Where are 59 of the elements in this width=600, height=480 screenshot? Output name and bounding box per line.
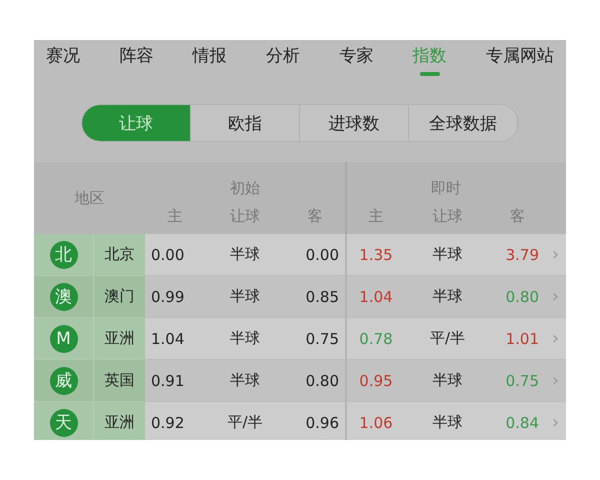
- table-cell: 半球: [405, 234, 490, 276]
- table-cell: 0.00: [145, 234, 205, 276]
- table-cell: 0.80: [285, 360, 345, 402]
- column-header: 让球: [205, 198, 285, 234]
- tab[interactable]: 分析: [266, 44, 300, 80]
- table-cell: 3.79: [490, 234, 545, 276]
- active-tab-indicator: [420, 72, 440, 76]
- table-cell: 1.01: [490, 318, 545, 360]
- table-cell: 0.78: [345, 318, 405, 360]
- region-name: 亚洲: [94, 402, 145, 440]
- column-header: 客: [490, 198, 545, 234]
- region-name: 北京: [94, 234, 145, 276]
- table-cell: 平/半: [205, 402, 285, 440]
- column-header: 地区: [34, 162, 145, 234]
- table-cell: 1.04: [145, 318, 205, 360]
- column-group-header: 即时: [345, 162, 545, 198]
- table-cell: 半球: [205, 360, 285, 402]
- table-cell: 半球: [205, 276, 285, 318]
- tab[interactable]: 情报: [192, 44, 227, 80]
- segment-tab[interactable]: 欧指: [191, 105, 300, 141]
- table-cell: 半球: [405, 276, 490, 318]
- column-header: 主: [345, 198, 405, 234]
- table-cell: 半球: [405, 360, 490, 402]
- table-cell: 0.91: [145, 360, 205, 402]
- region-badge: 北: [50, 240, 78, 268]
- column-group-header: 初始: [145, 162, 345, 198]
- region-name: 澳门: [94, 276, 145, 318]
- tab[interactable]: 专家: [339, 44, 374, 80]
- segment-tab[interactable]: 进球数: [300, 105, 409, 141]
- region-badge: 澳: [50, 282, 78, 310]
- table-cell: 0.75: [490, 360, 545, 402]
- region-name: 亚洲: [94, 318, 145, 360]
- table-cell: 平/半: [405, 318, 490, 360]
- table-cell: 半球: [205, 234, 285, 276]
- table-cell: 0.00: [285, 234, 345, 276]
- region-name: 英国: [94, 360, 145, 402]
- region-badge: M: [50, 324, 78, 352]
- table-cell: 0.75: [285, 318, 345, 360]
- column-header: 客: [285, 198, 345, 234]
- table-cell: 1.35: [345, 234, 405, 276]
- table-cell: 0.84: [490, 402, 545, 440]
- table-cell: 半球: [205, 318, 285, 360]
- column-header: 让球: [405, 198, 490, 234]
- table-cell: 0.99: [145, 276, 205, 318]
- tab[interactable]: 专属网站: [486, 44, 554, 80]
- table-cell: 0.85: [285, 276, 345, 318]
- table-cell: 0.96: [285, 402, 345, 440]
- table-cell: 1.04: [345, 276, 405, 318]
- segment-tab[interactable]: 全球数据: [409, 105, 518, 141]
- table-cell: 1.06: [345, 402, 405, 440]
- tab[interactable]: 赛况: [46, 44, 80, 80]
- column-header: 主: [145, 198, 205, 234]
- region-badge: 威: [50, 366, 78, 394]
- table-cell: 0.92: [145, 402, 205, 440]
- region-badge: 天: [50, 408, 78, 436]
- table-cell: 0.95: [345, 360, 405, 402]
- tab[interactable]: 阵容: [119, 44, 154, 80]
- table-cell: 0.80: [490, 276, 545, 318]
- table-cell: 半球: [405, 402, 490, 440]
